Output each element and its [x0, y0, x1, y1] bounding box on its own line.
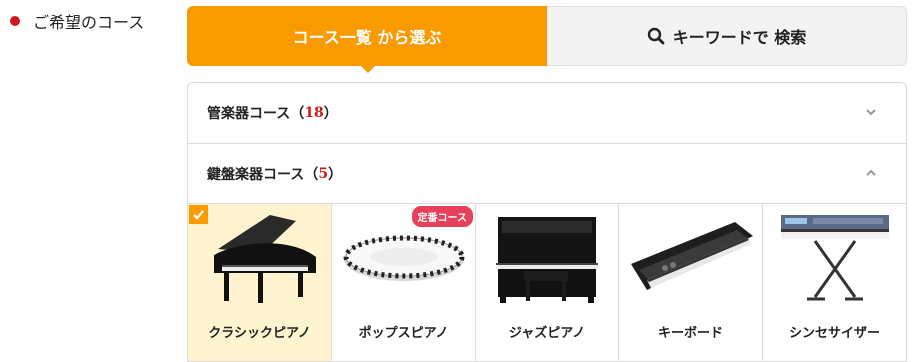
accordion-wind-instruments[interactable]: 管楽器コース（ 18） [188, 83, 906, 143]
accordion-keyboard-instruments[interactable]: 鍵盤楽器コース（ 5） [188, 143, 906, 203]
accordion-title-close: ） [328, 166, 343, 183]
grand-piano-icon [213, 215, 316, 303]
course-name: クラシックピアノ [208, 326, 311, 341]
tab-course-list[interactable]: コース一覧 から選ぶ [187, 6, 547, 73]
chevron-up-icon [866, 169, 876, 176]
keyboard-ring-icon [343, 235, 464, 281]
course-accordion: 管楽器コース（ 18） 鍵盤楽器コース（ 5） クラシックピアノ 定番コース ポ… [187, 82, 907, 362]
tab-keyword-search[interactable]: キーワードで 検索 [547, 6, 907, 66]
accordion-title: 管楽器コース（ [207, 106, 305, 122]
tab-keyword-search-label: キーワードで 検索 [672, 28, 807, 47]
accordion-title: 鍵盤楽器コース（ [207, 166, 319, 183]
course-name: キーボード [657, 326, 723, 341]
course-card-keyboard[interactable]: キーボード [619, 204, 763, 361]
course-name: ポップスピアノ [358, 326, 449, 341]
course-card-pops-piano[interactable]: 定番コース ポップスピアノ [332, 204, 476, 361]
course-card-jazz-piano[interactable]: ジャズピアノ [476, 204, 619, 361]
course-grid: クラシックピアノ 定番コース ポップスピアノ ジャズピアノ キーボード シンセサ… [188, 203, 906, 361]
upright-piano-icon [496, 217, 598, 303]
standard-course-badge: 定番コース [411, 206, 473, 227]
course-card-classic-piano[interactable]: クラシックピアノ [188, 204, 332, 361]
chevron-down-icon [866, 109, 876, 116]
bullet-dot-icon [10, 16, 20, 26]
course-name: シンセサイザー [788, 326, 880, 341]
course-card-synthesizer[interactable]: シンセサイザー [763, 204, 906, 361]
course-preference-text: ご希望のコース [33, 13, 145, 32]
tab-course-list-label: コース一覧 から選ぶ [292, 28, 442, 47]
course-name: ジャズピアノ [508, 326, 586, 341]
search-icon [647, 27, 665, 45]
synthesizer-icon [780, 215, 889, 301]
selection-tabs: コース一覧 から選ぶ キーワードで 検索 [187, 6, 907, 73]
keyboard-icon [630, 222, 753, 290]
course-preference-label: ご希望のコース [10, 9, 144, 33]
accordion-title-close: ） [323, 106, 338, 122]
accordion-count: 5 [318, 165, 329, 182]
accordion-count: 18 [304, 105, 324, 121]
checkmark-icon [189, 205, 208, 224]
